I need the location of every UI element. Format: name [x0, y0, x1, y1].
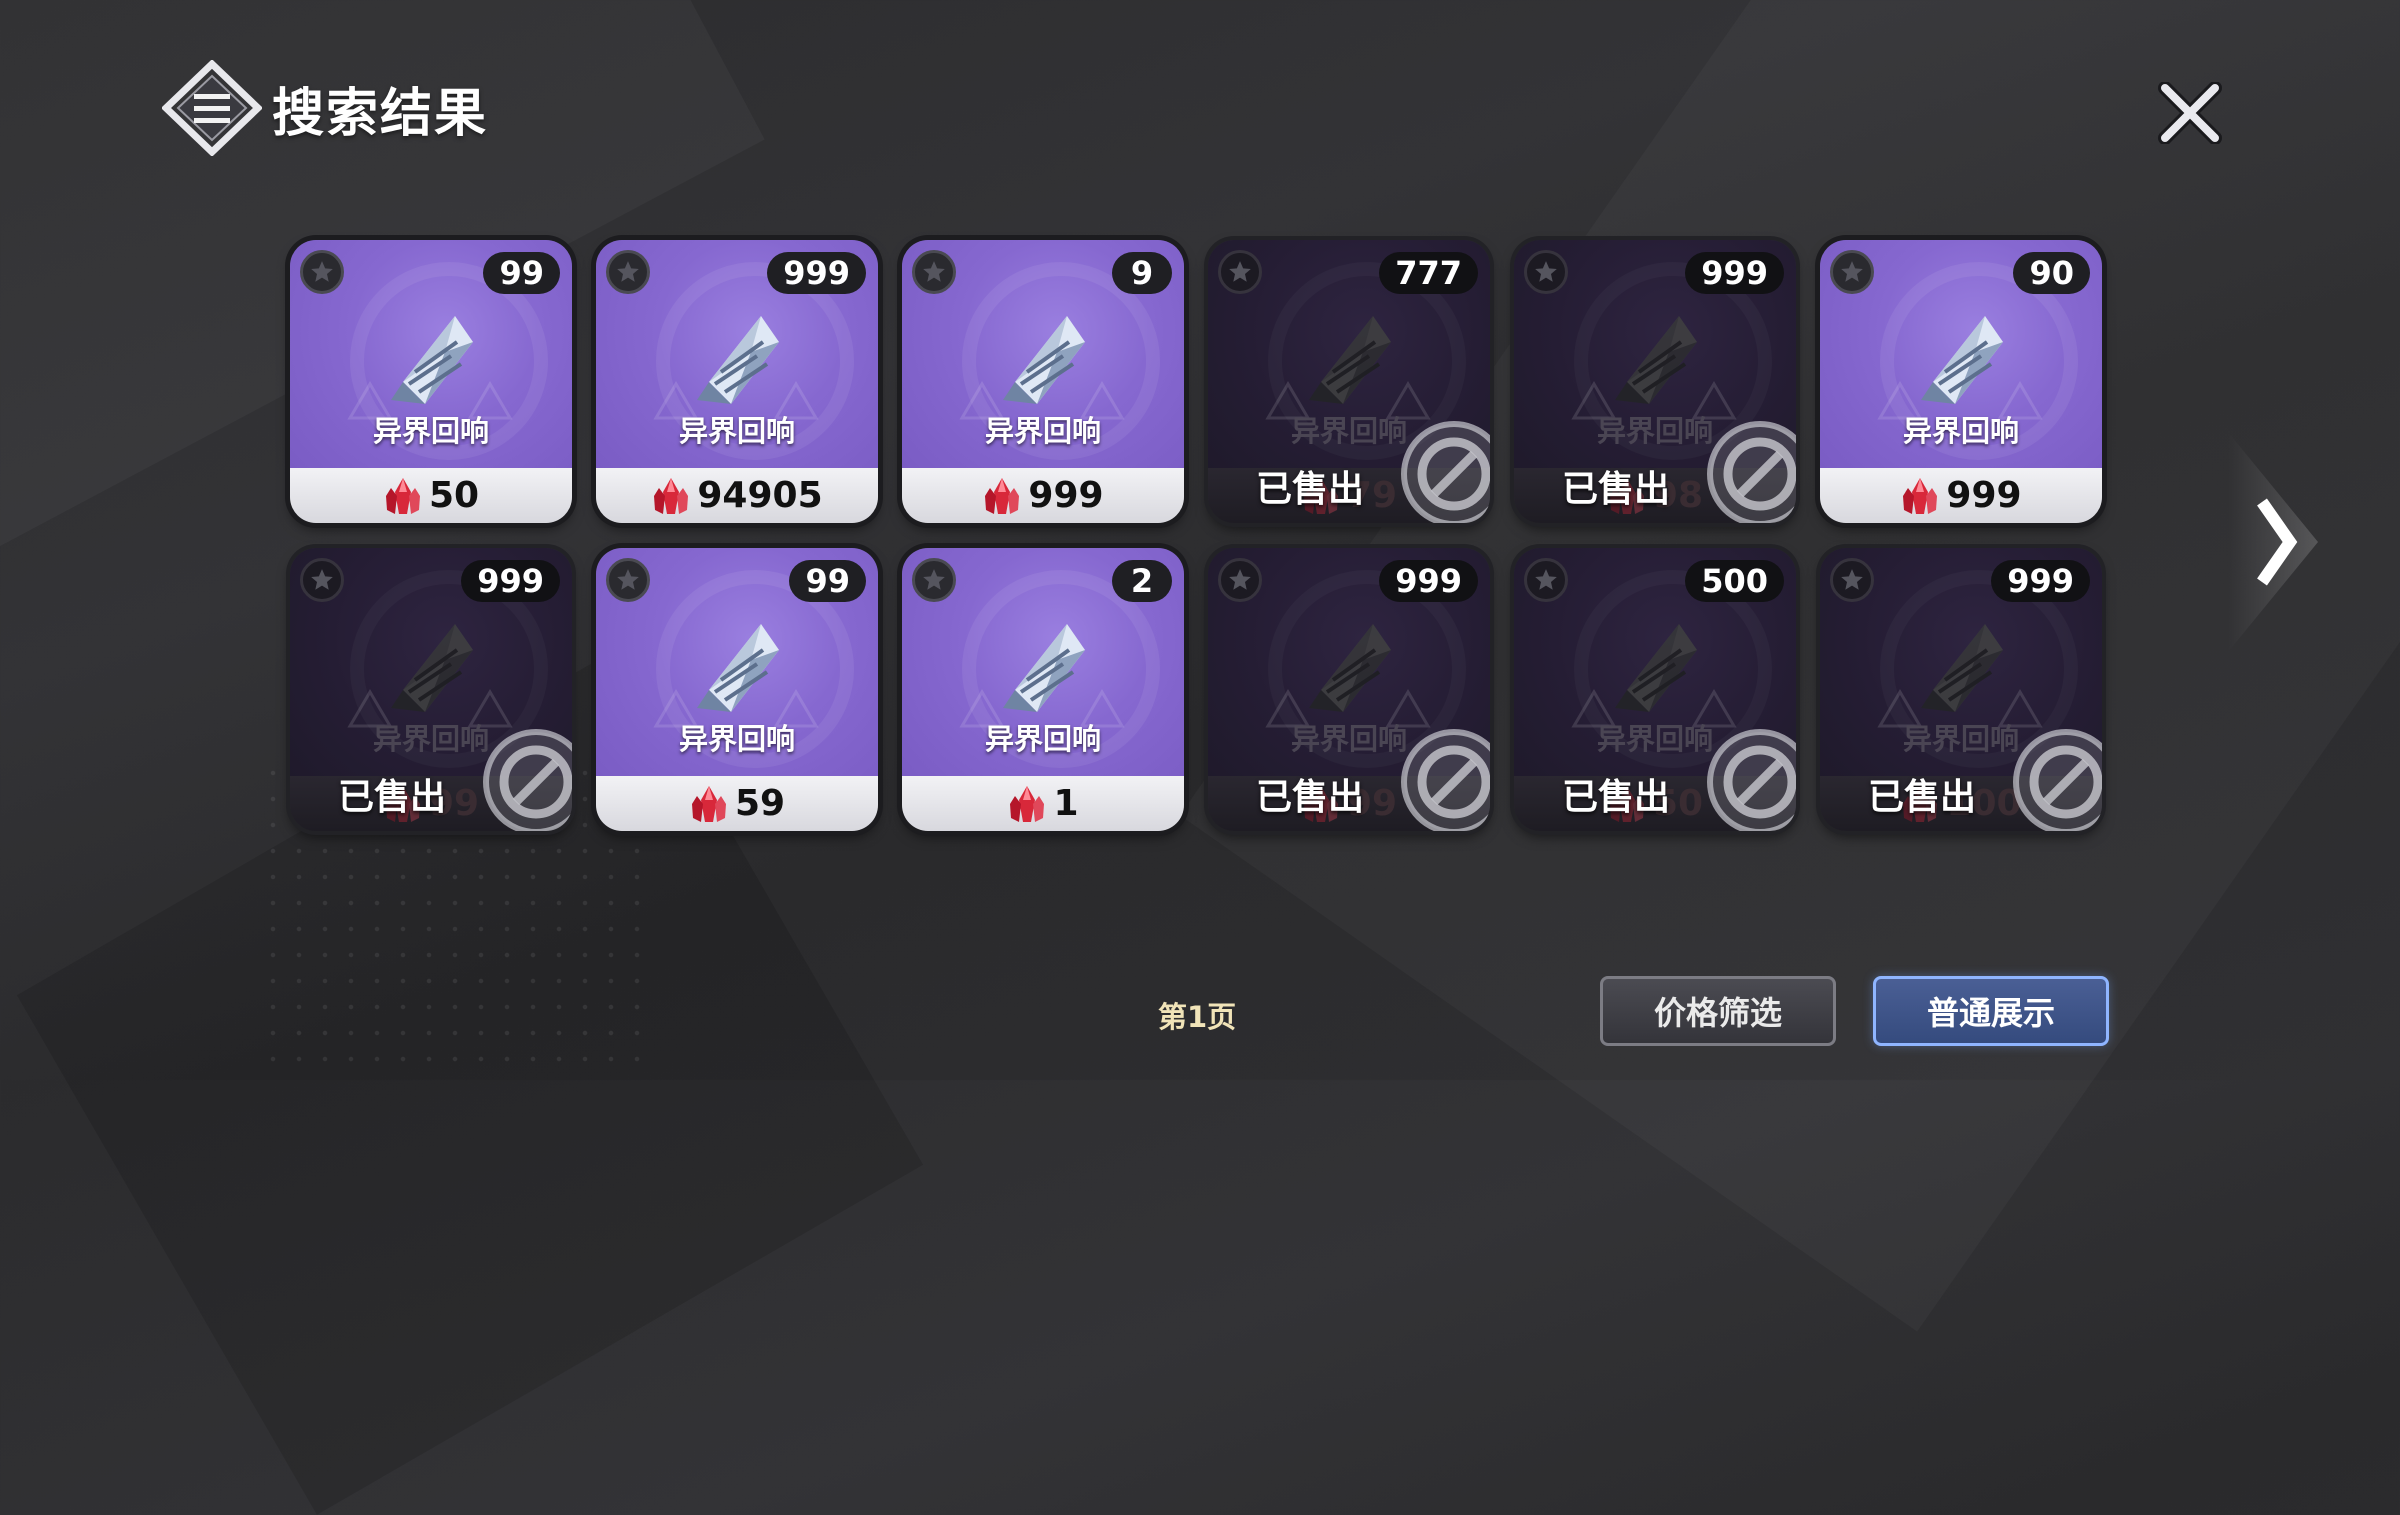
sold-overlay: 已售出 [1514, 240, 1796, 523]
sold-label: 已售出 [1256, 777, 1365, 818]
item-name: 异界回响 [984, 722, 1101, 756]
item-card[interactable]: 9 异界回响 999 [902, 240, 1184, 523]
price-bar: 999 [1820, 468, 2102, 523]
crystal-icon [391, 316, 473, 404]
item-card[interactable]: 99 异界回响 50 [290, 240, 572, 523]
star-icon[interactable] [300, 250, 344, 294]
prohibited-icon [1401, 729, 1490, 831]
item-card[interactable]: 500 异界回响 50 已售出 [1514, 548, 1796, 831]
star-icon[interactable] [912, 250, 956, 294]
page-indicator: 第1页 [1158, 1000, 1237, 1034]
red-gem-icon [654, 477, 689, 514]
item-name: 异界回响 [372, 414, 489, 448]
item-name: 异界回响 [678, 722, 795, 756]
prohibited-icon [1401, 421, 1490, 523]
sold-label: 已售出 [338, 777, 447, 818]
prohibited-icon [1707, 729, 1796, 831]
quantity-badge: 999 [767, 252, 866, 294]
item-card[interactable]: 2 异界回响 1 [902, 548, 1184, 831]
star-icon[interactable] [606, 250, 650, 294]
red-gem-icon [385, 477, 420, 514]
prohibited-icon [483, 729, 572, 831]
item-card[interactable]: 999 异界回响 94905 [596, 240, 878, 523]
sold-overlay: 已售出 [1208, 548, 1490, 831]
item-name: 异界回响 [984, 414, 1101, 448]
star-icon[interactable] [1830, 250, 1874, 294]
prohibited-icon [1707, 421, 1796, 523]
chevron-right-icon[interactable] [2228, 432, 2318, 652]
item-card[interactable]: 777 异界回响 79 已售出 [1208, 240, 1490, 523]
quantity-badge: 90 [2013, 252, 2090, 294]
sold-label: 已售出 [1868, 777, 1977, 818]
item-card[interactable]: 90 异界回响 999 [1820, 240, 2102, 523]
quantity-badge: 9 [1112, 252, 1172, 294]
quantity-badge: 99 [789, 560, 866, 602]
red-gem-icon [691, 785, 726, 822]
item-name: 异界回响 [1902, 414, 2019, 448]
price-value: 1 [1053, 783, 1079, 824]
price-value: 999 [1028, 475, 1104, 516]
price-bar: 50 [290, 468, 572, 523]
price-filter-button[interactable]: 价格筛选 [1600, 976, 1836, 1046]
sold-label: 已售出 [1256, 469, 1365, 510]
item-card[interactable]: 999 异界回响 98 已售出 [1514, 240, 1796, 523]
normal-display-button[interactable]: 普通展示 [1873, 976, 2109, 1046]
item-name: 异界回响 [678, 414, 795, 448]
price-value: 999 [1946, 475, 2022, 516]
red-gem-icon [985, 477, 1020, 514]
price-bar: 999 [902, 468, 1184, 523]
menu-diamond-icon [162, 60, 262, 156]
crystal-icon [697, 624, 779, 712]
quantity-badge: 2 [1112, 560, 1172, 602]
star-icon[interactable] [912, 558, 956, 602]
sold-overlay: 已售出 [1820, 548, 2102, 831]
item-card[interactable]: 999 异界回响 99 已售出 [1208, 548, 1490, 831]
sold-label: 已售出 [1562, 469, 1671, 510]
quantity-badge: 99 [483, 252, 560, 294]
price-value: 59 [734, 783, 786, 824]
price-value: 50 [428, 475, 480, 516]
close-button[interactable] [2152, 78, 2228, 148]
crystal-icon [1003, 316, 1085, 404]
sold-overlay: 已售出 [1514, 548, 1796, 831]
price-value: 94905 [697, 475, 823, 516]
price-bar: 1 [902, 776, 1184, 831]
item-card[interactable]: 999 异界回响 99 已售出 [290, 548, 572, 831]
star-icon[interactable] [606, 558, 650, 602]
crystal-icon [1921, 316, 2003, 404]
header: 搜索结果 [162, 60, 488, 156]
close-icon [2158, 82, 2222, 144]
red-gem-icon [1903, 477, 1938, 514]
sold-label: 已售出 [1562, 777, 1671, 818]
item-card[interactable]: 99 异界回响 59 [596, 548, 878, 831]
crystal-icon [1003, 624, 1085, 712]
page-title: 搜索结果 [272, 83, 489, 144]
item-card[interactable]: 999 异界回响 100 已售出 [1820, 548, 2102, 831]
crystal-icon [697, 316, 779, 404]
red-gem-icon [1010, 785, 1045, 822]
prohibited-icon [2013, 729, 2102, 831]
sold-overlay: 已售出 [1208, 240, 1490, 523]
price-bar: 94905 [596, 468, 878, 523]
sold-overlay: 已售出 [290, 548, 572, 831]
price-bar: 59 [596, 776, 878, 831]
